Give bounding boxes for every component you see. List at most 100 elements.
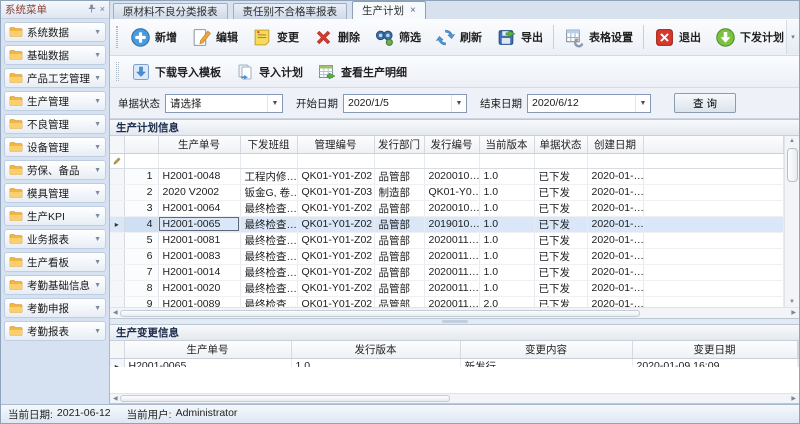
filter-cell[interactable] xyxy=(479,153,534,168)
column-header-team[interactable]: 下发班组 xyxy=(240,136,297,153)
grid-cell[interactable]: 2020011… xyxy=(424,248,479,264)
grid-cell[interactable]: 已下发 xyxy=(534,184,587,200)
grid-cell[interactable]: QK01-Y0… xyxy=(424,184,479,200)
grid-cell[interactable]: 2020-01-… xyxy=(587,296,643,307)
grid-cell[interactable]: 最终检查… xyxy=(240,216,297,232)
grid-cell[interactable]: QK01-Y01-Z02 xyxy=(297,168,374,184)
grid-cell[interactable]: 品管部 xyxy=(374,264,424,280)
filter-button[interactable]: 筛选 xyxy=(367,25,428,50)
tab-close-icon[interactable]: × xyxy=(410,6,416,16)
scroll-right-icon[interactable]: ▶ xyxy=(791,308,796,318)
view-production-detail-button[interactable]: 查看生产明细 xyxy=(310,60,414,84)
filter-cell[interactable] xyxy=(124,153,158,168)
scrollbar-thumb[interactable] xyxy=(120,395,450,402)
grid-cell[interactable]: 2019010… xyxy=(424,216,479,232)
scrollbar-thumb[interactable] xyxy=(787,148,798,182)
grid-cell[interactable]: 制造部 xyxy=(374,184,424,200)
start-date-picker[interactable]: 2020/1/5 ▼ xyxy=(343,94,467,113)
grid-cell[interactable]: 2020011… xyxy=(424,280,479,296)
grid-cell[interactable]: 最终检查… xyxy=(240,264,297,280)
auto-filter-row[interactable] xyxy=(110,153,784,168)
row-number[interactable]: 2 xyxy=(124,184,158,200)
grid-cell[interactable]: 已下发 xyxy=(534,264,587,280)
table-row[interactable]: 5 H2001-0081 最终检查… QK01-Y01-Z02 品管部 2020… xyxy=(110,232,784,248)
grid-cell[interactable]: 1.0 xyxy=(479,248,534,264)
grid-cell[interactable]: 已下发 xyxy=(534,232,587,248)
table-row[interactable]: 1 H2001-0048 工程内修… QK01-Y01-Z02 品管部 2020… xyxy=(110,168,784,184)
grid-cell[interactable]: 工程内修… xyxy=(240,168,297,184)
export-button[interactable]: 导出 xyxy=(489,25,550,50)
sidebar-item-production-board[interactable]: 生产看板▼ xyxy=(4,252,106,272)
filter-cell[interactable] xyxy=(534,153,587,168)
table-row[interactable]: 3 H2001-0064 最终检查… QK01-Y01-Z02 品管部 2020… xyxy=(110,200,784,216)
tab-responsibility-defect-report[interactable]: 责任别不合格率报表 xyxy=(233,3,348,19)
pin-icon[interactable] xyxy=(87,4,96,15)
grid-cell[interactable]: QK01-Y01-Z02 xyxy=(297,216,374,232)
grid-cell[interactable]: H2001-0064 xyxy=(158,200,240,216)
sidebar-item-system-data[interactable]: 系统数据▼ xyxy=(4,22,106,42)
horizontal-scrollbar[interactable]: ◀ ▶ xyxy=(110,307,799,318)
grid-cell[interactable]: 1.0 xyxy=(479,168,534,184)
toolbar-grip[interactable] xyxy=(116,62,119,81)
grid-cell[interactable]: H2001-0065 xyxy=(124,358,291,367)
end-date-picker[interactable]: 2020/6/12 ▼ xyxy=(527,94,651,113)
grid-cell[interactable]: 最终检查… xyxy=(240,232,297,248)
horizontal-scrollbar[interactable]: ◀ ▶ xyxy=(110,393,799,403)
toolbar-overflow-button[interactable]: ▾ xyxy=(786,20,799,54)
grid-cell[interactable]: 钣金G, 卷… xyxy=(240,184,297,200)
grid-cell[interactable]: 2020-01-… xyxy=(587,168,643,184)
grid-cell[interactable]: 2020-01-… xyxy=(587,264,643,280)
row-number[interactable]: 1 xyxy=(124,168,158,184)
change-button[interactable]: 变更 xyxy=(245,25,306,50)
scroll-down-icon[interactable]: ▼ xyxy=(789,297,795,307)
refresh-button[interactable]: 刷新 xyxy=(428,25,489,50)
row-number[interactable]: 9 xyxy=(124,296,158,307)
grid-cell[interactable]: 最终检查… xyxy=(240,280,297,296)
grid-cell[interactable]: 2020-01-… xyxy=(587,200,643,216)
sidebar-item-process-mgmt[interactable]: 产品工艺管理▼ xyxy=(4,68,106,88)
sidebar-item-attendance-declare[interactable]: 考勤申报▼ xyxy=(4,298,106,318)
grid-cell[interactable]: QK01-Y01-Z02 xyxy=(297,296,374,307)
grid-cell[interactable]: H2001-0048 xyxy=(158,168,240,184)
column-header-created[interactable]: 创建日期 xyxy=(587,136,643,153)
scroll-left-icon[interactable]: ◀ xyxy=(113,308,118,318)
grid-cell[interactable]: 2020-01-… xyxy=(587,248,643,264)
grid-cell[interactable]: 2020-01-… xyxy=(587,232,643,248)
grid-cell[interactable]: H2001-0083 xyxy=(158,248,240,264)
exit-button[interactable]: 退出 xyxy=(647,25,708,50)
grid-cell[interactable]: QK01-Y01-Z02 xyxy=(297,232,374,248)
grid-cell[interactable]: 2020-01-… xyxy=(587,280,643,296)
row-number[interactable]: 3 xyxy=(124,200,158,216)
toolbar-grip[interactable] xyxy=(116,26,118,48)
grid-cell[interactable]: 已下发 xyxy=(534,200,587,216)
scroll-left-icon[interactable]: ◀ xyxy=(113,394,118,404)
filter-cell[interactable] xyxy=(374,153,424,168)
grid-cell[interactable]: H2001-0081 xyxy=(158,232,240,248)
grid-cell[interactable]: 已下发 xyxy=(534,168,587,184)
grid-cell[interactable]: 2020010… xyxy=(424,168,479,184)
filter-cell[interactable] xyxy=(240,153,297,168)
sidebar-item-attendance-base[interactable]: 考勤基础信息▼ xyxy=(4,275,106,295)
dispatch-plan-button[interactable]: 下发计划 xyxy=(708,25,791,50)
tab-raw-material-defect-report[interactable]: 原材料不良分类报表 xyxy=(113,3,228,19)
column-header-status[interactable]: 单据状态 xyxy=(534,136,587,153)
column-header-issue-no[interactable]: 发行编号 xyxy=(424,136,479,153)
scroll-right-icon[interactable]: ▶ xyxy=(791,394,796,404)
grid-cell[interactable]: 已下发 xyxy=(534,280,587,296)
sidebar-close-icon[interactable]: × xyxy=(100,5,105,14)
column-header-change-content[interactable]: 变更内容 xyxy=(460,341,632,358)
grid-cell[interactable]: QK01-Y01-Z02 xyxy=(297,280,374,296)
grid-cell[interactable]: H2001-0089 xyxy=(158,296,240,307)
table-row[interactable]: ▸ H2001-0065 1.0 新发行 2020-01-09 16:09 xyxy=(110,358,799,367)
row-number[interactable]: 6 xyxy=(124,248,158,264)
column-header-order-no[interactable]: 生产单号 xyxy=(158,136,240,153)
column-header-mgmt-no[interactable]: 管理编号 xyxy=(297,136,374,153)
grid-cell[interactable]: 2020011… xyxy=(424,264,479,280)
grid-cell[interactable]: 最终检查… xyxy=(240,200,297,216)
grid-cell[interactable]: 2020 V2002 xyxy=(158,184,240,200)
grid-cell[interactable]: 1.0 xyxy=(479,280,534,296)
filter-cell[interactable] xyxy=(587,153,643,168)
sidebar-item-production-kpi[interactable]: 生产KPI▼ xyxy=(4,206,106,226)
scrollbar-thumb[interactable] xyxy=(120,310,640,317)
grid-cell[interactable]: 2020011… xyxy=(424,296,479,307)
